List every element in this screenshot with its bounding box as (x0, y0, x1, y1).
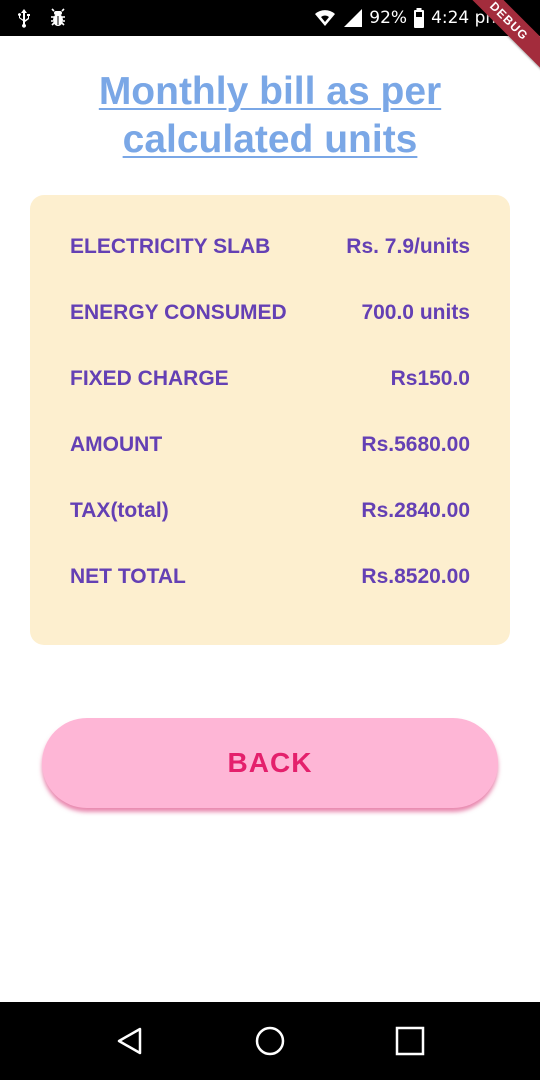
bill-row-label: ENERGY CONSUMED (70, 301, 287, 324)
page-title-line-1: Monthly bill as per (98, 70, 442, 113)
battery-percent: 92% (369, 8, 408, 28)
page-title: Monthly bill as per calculated units (0, 68, 540, 164)
navigation-bar (0, 1002, 540, 1080)
square-recents-icon (395, 1026, 425, 1056)
page-title-line-2: calculated units (122, 118, 418, 161)
bill-row-amount: AMOUNT Rs.5680.00 (70, 428, 470, 462)
bill-row-electricity-slab: ELECTRICITY SLAB Rs. 7.9/units (70, 230, 470, 264)
back-button-label: BACK (227, 747, 313, 778)
bill-row-value: Rs.2840.00 (361, 499, 470, 522)
usb-icon (18, 9, 30, 28)
bill-row-label: TAX(total) (70, 499, 169, 522)
status-bar: 92% 4:24 pm (0, 0, 540, 36)
bill-row-label: FIXED CHARGE (70, 367, 229, 390)
nav-home-button[interactable] (250, 1021, 290, 1061)
bill-row-fixed-charge: FIXED CHARGE Rs150.0 (70, 362, 470, 396)
battery-icon (414, 8, 425, 28)
nav-recents-button[interactable] (390, 1021, 430, 1061)
bill-row-tax-total: TAX(total) Rs.2840.00 (70, 494, 470, 528)
bill-row-label: AMOUNT (70, 433, 163, 456)
bill-row-energy-consumed: ENERGY CONSUMED 700.0 units (70, 296, 470, 330)
triangle-back-icon (117, 1027, 142, 1055)
bug-icon (51, 8, 65, 26)
circle-home-icon (255, 1026, 285, 1056)
back-button[interactable]: BACK (42, 718, 498, 808)
signal-icon (344, 9, 363, 27)
wifi-icon (315, 10, 336, 26)
bill-row-value: Rs150.0 (390, 367, 470, 390)
nav-back-button[interactable] (110, 1021, 150, 1061)
bill-row-value: 700.0 units (361, 301, 470, 324)
bill-row-value: Rs. 7.9/units (346, 235, 470, 258)
bill-row-net-total: NET TOTAL Rs.8520.00 (70, 560, 470, 594)
bill-row-value: Rs.8520.00 (361, 565, 470, 588)
bill-row-label: NET TOTAL (70, 565, 186, 588)
bill-row-label: ELECTRICITY SLAB (70, 235, 271, 258)
bill-row-value: Rs.5680.00 (361, 433, 470, 456)
